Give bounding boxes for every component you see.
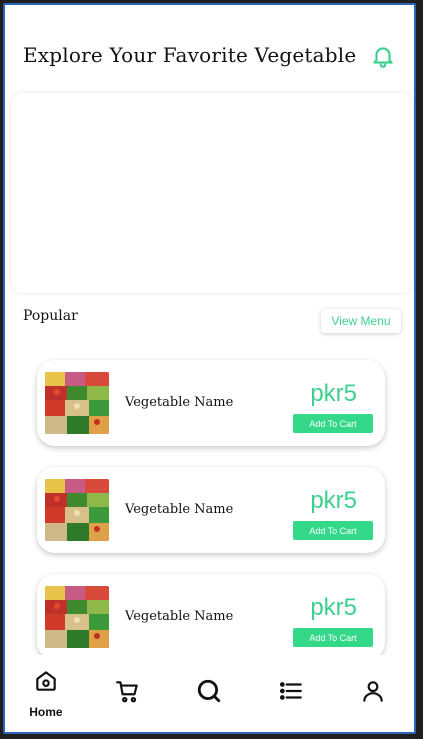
vegetable-image <box>45 479 109 541</box>
nav-menu-list[interactable] <box>250 655 332 732</box>
vegetable-image <box>45 586 109 648</box>
add-to-cart-button[interactable]: Add To Cart <box>293 414 373 433</box>
add-to-cart-button[interactable]: Add To Cart <box>293 628 373 647</box>
add-to-cart-button[interactable]: Add To Cart <box>293 521 373 540</box>
product-card[interactable]: Vegetable Name pkr5 Add To Cart <box>37 467 385 553</box>
product-name: Vegetable Name <box>125 609 234 624</box>
bell-icon[interactable] <box>370 43 396 69</box>
banner-carousel[interactable] <box>11 93 413 293</box>
bottom-navigation: Home <box>5 655 414 732</box>
product-card[interactable]: Vegetable Name pkr5 Add To Cart <box>37 574 385 660</box>
profile-icon <box>360 678 386 709</box>
nav-home-label: Home <box>29 705 63 719</box>
product-name: Vegetable Name <box>125 395 234 410</box>
search-icon <box>196 678 222 709</box>
vegetable-image <box>45 372 109 434</box>
product-price: pkr5 <box>310 594 357 621</box>
nav-cart[interactable] <box>87 655 169 732</box>
list-icon <box>278 678 304 709</box>
product-card[interactable]: Vegetable Name pkr5 Add To Cart <box>37 360 385 446</box>
nav-profile[interactable] <box>332 655 414 732</box>
nav-home[interactable]: Home <box>5 655 87 732</box>
product-price: pkr5 <box>310 380 357 407</box>
app-frame: Explore Your Favorite Vegetable Popular … <box>3 3 416 734</box>
home-icon <box>33 668 59 699</box>
product-name: Vegetable Name <box>125 502 234 517</box>
view-menu-button[interactable]: View Menu <box>321 309 401 333</box>
nav-search[interactable] <box>169 655 251 732</box>
section-title: Popular <box>23 308 78 324</box>
page-title: Explore Your Favorite Vegetable <box>23 43 357 67</box>
product-list: Vegetable Name pkr5 Add To Cart Vegetabl… <box>37 360 387 681</box>
product-price: pkr5 <box>310 487 357 514</box>
cart-icon <box>115 678 141 709</box>
